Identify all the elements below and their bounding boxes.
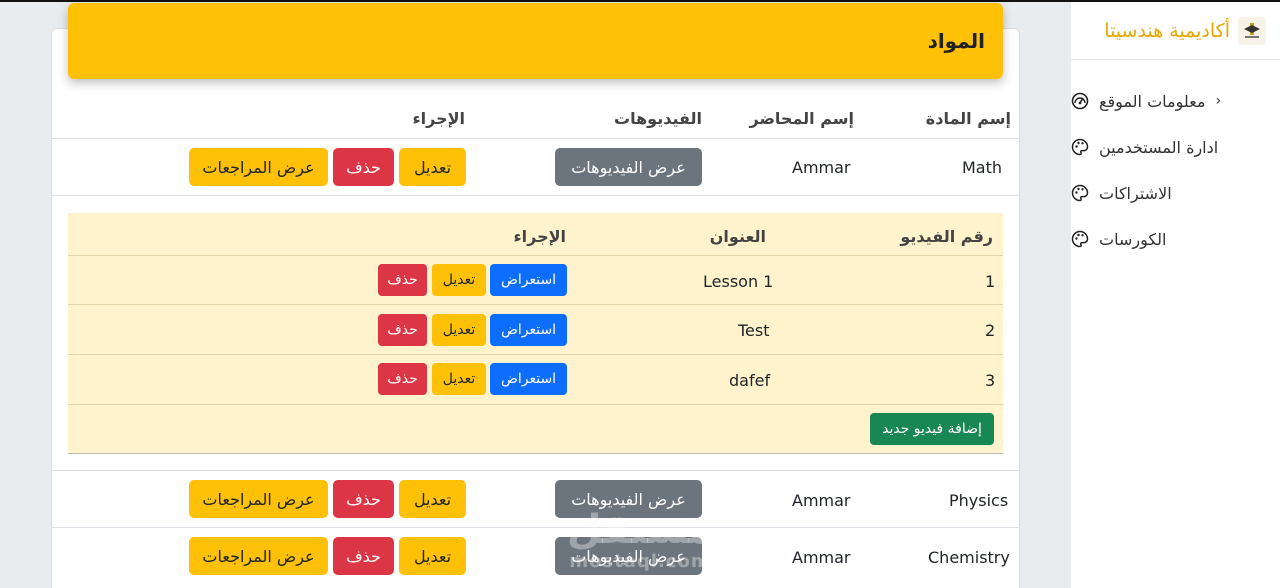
sidebar-item-label: معلومات الموقع bbox=[1099, 91, 1206, 111]
view-videos-button[interactable]: عرض الفيديوهات bbox=[555, 148, 702, 186]
sidebar-item-users[interactable]: ادارة المستخدمين bbox=[1071, 124, 1280, 170]
th-video-number: رقم الفيديو bbox=[900, 227, 993, 246]
sidebar-item-label: ادارة المستخدمين bbox=[1099, 137, 1219, 157]
view-video-button[interactable]: استعراض bbox=[490, 363, 567, 395]
th-subject: إسم المادة bbox=[925, 109, 1011, 128]
th-action: الإجراء bbox=[412, 109, 465, 128]
video-title: Lesson 1 bbox=[703, 272, 774, 291]
subject-name: Physics bbox=[949, 491, 1009, 510]
video-number: 3 bbox=[985, 371, 996, 390]
subject-name: Math bbox=[962, 158, 1003, 177]
th-videos: الفيديوهات bbox=[614, 109, 702, 128]
th-lecturer: إسم المحاضر bbox=[749, 109, 854, 128]
divider bbox=[51, 470, 1020, 471]
th-video-action: الإجراء bbox=[513, 227, 566, 246]
divider bbox=[51, 138, 1020, 139]
lecturer-name: Ammar bbox=[792, 491, 851, 510]
edit-video-button[interactable]: تعديل bbox=[432, 314, 486, 346]
sidebar-item-label: الاشتراكات bbox=[1099, 183, 1172, 203]
academy-logo-icon bbox=[1238, 16, 1266, 45]
video-title: dafef bbox=[729, 371, 771, 390]
chevron-left-icon: ‹ bbox=[1215, 93, 1222, 109]
sidebar-item-label: الكورسات bbox=[1099, 229, 1167, 249]
delete-video-button[interactable]: حذف bbox=[378, 363, 427, 395]
view-video-button[interactable]: استعراض bbox=[490, 264, 567, 296]
brand-name: أكاديمية هندسيتا bbox=[1104, 19, 1230, 42]
divider bbox=[51, 527, 1020, 528]
palette-icon bbox=[1071, 230, 1089, 248]
divider bbox=[68, 354, 1003, 355]
divider bbox=[68, 304, 1003, 305]
view-reviews-button[interactable]: عرض المراجعات bbox=[189, 537, 328, 575]
edit-button[interactable]: تعديل bbox=[399, 148, 466, 186]
divider bbox=[51, 195, 1020, 196]
edit-button[interactable]: تعديل bbox=[399, 480, 466, 518]
delete-button[interactable]: حذف bbox=[333, 148, 394, 186]
add-video-button[interactable]: إضافة فيديو جديد bbox=[870, 413, 994, 445]
divider bbox=[68, 404, 1003, 405]
view-reviews-button[interactable]: عرض المراجعات bbox=[189, 148, 328, 186]
delete-video-button[interactable]: حذف bbox=[378, 314, 427, 346]
sidebar-item-site-info[interactable]: معلومات الموقع ‹ bbox=[1071, 78, 1280, 124]
divider bbox=[68, 255, 1003, 256]
view-video-button[interactable]: استعراض bbox=[490, 314, 567, 346]
brand[interactable]: أكاديمية هندسيتا bbox=[1071, 2, 1280, 60]
lecturer-name: Ammar bbox=[792, 158, 851, 177]
sidebar-nav: معلومات الموقع ‹ ادارة المستخدمين الاشتر… bbox=[1071, 60, 1280, 262]
page-title: المواد bbox=[927, 29, 985, 53]
edit-video-button[interactable]: تعديل bbox=[432, 363, 486, 395]
video-number: 2 bbox=[985, 321, 996, 340]
delete-button[interactable]: حذف bbox=[333, 537, 394, 575]
gauge-icon bbox=[1071, 92, 1089, 110]
sidebar: أكاديمية هندسيتا معلومات الموقع ‹ ادارة … bbox=[1071, 2, 1280, 588]
video-number: 1 bbox=[985, 272, 996, 291]
edit-video-button[interactable]: تعديل bbox=[432, 264, 486, 296]
palette-icon bbox=[1071, 184, 1089, 202]
sidebar-item-subscriptions[interactable]: الاشتراكات bbox=[1071, 170, 1280, 216]
card-header: المواد bbox=[68, 3, 1003, 79]
palette-icon bbox=[1071, 138, 1089, 156]
sidebar-item-courses[interactable]: الكورسات bbox=[1071, 216, 1280, 262]
view-videos-button[interactable]: عرض الفيديوهات bbox=[555, 480, 702, 518]
delete-video-button[interactable]: حذف bbox=[378, 264, 427, 296]
video-title: Test bbox=[738, 321, 770, 340]
view-videos-button[interactable]: عرض الفيديوهات bbox=[555, 537, 702, 575]
delete-button[interactable]: حذف bbox=[333, 480, 394, 518]
edit-button[interactable]: تعديل bbox=[399, 537, 466, 575]
view-reviews-button[interactable]: عرض المراجعات bbox=[189, 480, 328, 518]
lecturer-name: Ammar bbox=[792, 548, 851, 567]
subject-name: Chemistry bbox=[928, 548, 1010, 567]
th-video-title: العنوان bbox=[709, 227, 766, 246]
